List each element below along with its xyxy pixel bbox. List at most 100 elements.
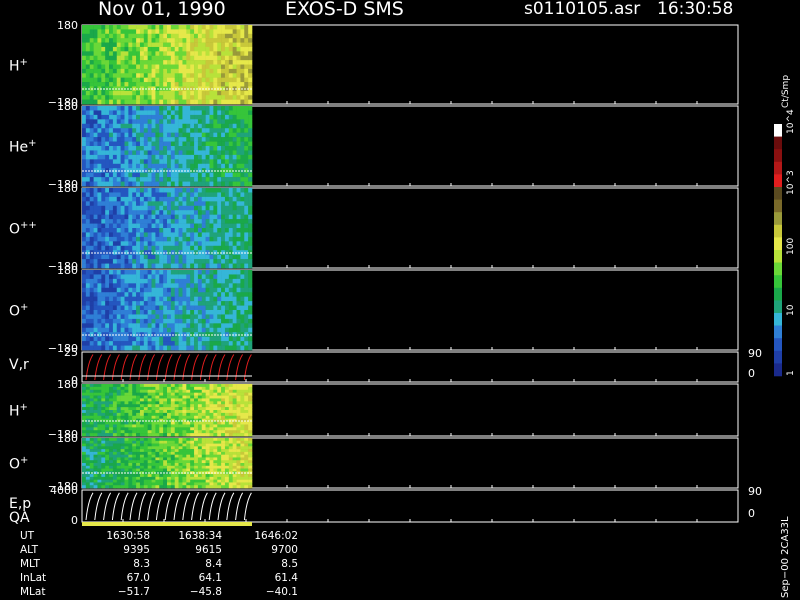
heatmap-cell (120, 95, 125, 100)
heatmap-cell (228, 278, 233, 284)
heatmap-cell (197, 46, 203, 52)
heatmap-cell (147, 188, 152, 193)
heatmap-cell (167, 68, 172, 74)
heatmap-cell (170, 386, 176, 391)
heatmap-cell (163, 159, 168, 165)
heatmap-cell (205, 389, 210, 393)
heatmap-cell (151, 106, 156, 111)
heatmap-cell (174, 479, 179, 483)
heatmap-cell (97, 443, 102, 447)
heatmap-cell (240, 128, 245, 133)
heatmap-cell (194, 479, 199, 483)
heatmap-cell (139, 457, 145, 461)
heatmap-cell (194, 314, 199, 320)
heatmap-cell (221, 210, 226, 215)
heatmap-cell (197, 482, 203, 486)
heatmap-cell (163, 476, 168, 480)
heatmap-cell (244, 395, 249, 399)
heatmap-cell (109, 73, 114, 78)
heatmap-cell (112, 465, 118, 469)
heatmap-cell (232, 82, 237, 87)
heatmap-cell (232, 274, 237, 280)
heatmap-cell (236, 336, 241, 342)
heatmap-cell (248, 384, 253, 388)
heatmap-cell (159, 433, 164, 437)
heatmap-cell (101, 90, 106, 96)
heatmap-cell (89, 73, 94, 78)
heatmap-cell (197, 132, 203, 138)
heatmap-cell (159, 25, 164, 30)
heatmap-cell (248, 64, 253, 70)
heatmap-cell (143, 440, 148, 444)
heatmap-cell (85, 274, 91, 280)
heatmap-cell (85, 443, 91, 447)
heatmap-cell (228, 424, 233, 428)
heatmap-cell (85, 401, 91, 405)
heatmap-cell (120, 51, 125, 57)
heatmap-cell (105, 301, 110, 306)
heatmap-cell (139, 415, 145, 419)
heatmap-cell (85, 73, 91, 78)
heatmap-cell (139, 90, 145, 96)
heatmap-cell (155, 468, 160, 472)
heatmap-cell (170, 345, 176, 351)
heatmap-cell (178, 137, 183, 142)
heatmap-cell (194, 68, 199, 74)
heatmap-cell (232, 485, 237, 489)
heatmap-cell (147, 278, 152, 284)
heatmap-cell (186, 270, 191, 275)
heatmap-cell (174, 287, 179, 293)
heatmap-cell (236, 430, 241, 434)
heatmap-cell (232, 454, 237, 458)
heatmap-cell (232, 292, 237, 297)
heatmap-cell (182, 433, 187, 437)
heatmap-cell (170, 228, 176, 233)
heatmap-cell (224, 389, 230, 393)
heatmap-cell (186, 201, 191, 207)
heatmap-cell (159, 474, 164, 478)
heatmap-cell (209, 177, 214, 182)
heatmap-cell (240, 42, 245, 48)
heatmap-cell (205, 90, 210, 96)
heatmap-cell (136, 404, 141, 408)
heatmap-cell (213, 132, 218, 138)
heatmap-cell (221, 223, 226, 229)
heatmap-cell (232, 479, 237, 483)
heatmap-cell (240, 25, 245, 30)
heatmap-cell (190, 214, 195, 220)
heatmap-cell (182, 64, 187, 70)
heatmap-cell (136, 172, 141, 178)
heatmap-cell (186, 430, 191, 434)
heatmap-cell (139, 245, 145, 251)
heatmap-cell (167, 485, 172, 489)
heatmap-cell (147, 219, 152, 224)
heatmap-cell (190, 407, 195, 411)
heatmap-cell (236, 214, 241, 220)
heatmap-cell (190, 219, 195, 224)
heatmap-cell (221, 60, 226, 65)
heatmap-cell (174, 33, 179, 39)
heatmap-cell (209, 232, 214, 238)
heatmap-cell (201, 433, 206, 437)
heatmap-cell (82, 159, 87, 165)
heatmap-cell (217, 318, 222, 324)
heatmap-cell (178, 55, 183, 61)
heatmap-cell (178, 192, 183, 198)
heatmap-cell (201, 454, 206, 458)
heatmap-cell (93, 424, 98, 428)
heatmap-cell (151, 219, 156, 224)
heatmap-cell (236, 345, 241, 351)
heatmap-cell (213, 141, 218, 147)
heatmap-cell (159, 292, 164, 297)
heatmap-cell (178, 327, 183, 333)
sweep-trace (103, 492, 112, 521)
heatmap-cell (139, 214, 145, 220)
heatmap-cell (170, 132, 176, 138)
heatmap-cell (213, 154, 218, 160)
heatmap-cell (194, 192, 199, 198)
heatmap-cell (89, 287, 94, 293)
heatmap-cell (190, 46, 195, 52)
heatmap-cell (240, 278, 245, 284)
heatmap-cell (112, 51, 118, 57)
heatmap-cell (101, 132, 106, 138)
